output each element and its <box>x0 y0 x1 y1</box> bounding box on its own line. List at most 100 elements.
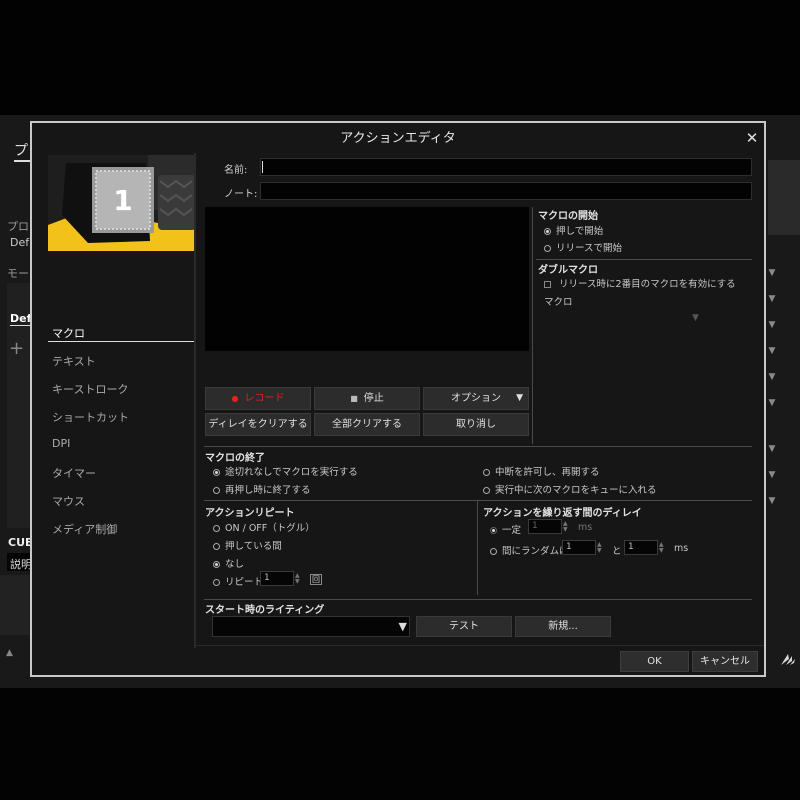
stop-label: 停止 <box>363 393 384 404</box>
background-chevron-icon[interactable]: ▼ <box>766 470 778 480</box>
radio-icon[interactable] <box>544 245 551 252</box>
sidebar-item-macro[interactable]: マクロ <box>52 325 85 341</box>
background-chevron-icon[interactable]: ▼ <box>766 294 778 304</box>
name-label: 名前: <box>224 165 248 176</box>
sidebar-item-keystroke[interactable]: キーストローク <box>52 381 128 397</box>
radio-icon[interactable] <box>213 543 220 550</box>
sidebar-item-mouse[interactable]: マウス <box>52 493 85 509</box>
stop-button[interactable]: ■ 停止 <box>314 387 420 410</box>
test-button[interactable]: テスト <box>416 616 512 637</box>
background-profile-value[interactable]: Def <box>10 236 29 249</box>
note-input[interactable] <box>260 182 752 200</box>
background-chevron-icon[interactable]: ▼ <box>766 496 778 506</box>
start-lighting-select[interactable]: ▼ <box>212 616 410 637</box>
action-repeat-option[interactable]: ON / OFF（トグル） <box>213 520 315 534</box>
action-repeat-option-label: ON / OFF（トグル） <box>225 523 315 534</box>
radio-icon[interactable] <box>213 487 220 494</box>
chevron-down-icon: ▼ <box>516 393 523 403</box>
spinner-arrows-icon[interactable]: ▲ ▼ <box>563 521 568 533</box>
options-label: オプション <box>451 393 501 404</box>
record-button[interactable]: ● レコード <box>205 387 311 410</box>
double-macro-dropdown-icon[interactable]: ▼ <box>692 313 699 323</box>
macro-start-option[interactable]: リリースで開始 <box>544 240 622 254</box>
repeat-count-input[interactable]: 1 <box>260 571 294 586</box>
sidebar-item-text[interactable]: テキスト <box>52 353 96 369</box>
divider <box>204 446 752 447</box>
background-top <box>0 0 800 115</box>
options-button[interactable]: オプション ▼ <box>423 387 529 410</box>
radio-icon[interactable] <box>544 228 551 235</box>
action-repeat-option-label: なし <box>225 559 245 570</box>
background-chevron-icon[interactable]: ▼ <box>766 398 778 408</box>
radio-icon[interactable] <box>213 525 220 532</box>
undo-button[interactable]: 取り消し <box>423 413 529 436</box>
macro-end-option[interactable]: 中断を許可し、再開する <box>483 464 600 478</box>
radio-icon[interactable] <box>483 487 490 494</box>
start-lighting-title: スタート時のライティング <box>205 605 325 616</box>
macro-end-option[interactable]: 再押し時に終了する <box>213 482 311 496</box>
clear-all-button[interactable]: 全部クリアする <box>314 413 420 436</box>
background-list-item[interactable]: Def <box>10 312 32 326</box>
double-macro-macro-label: マクロ <box>544 297 573 308</box>
sidebar-item-media[interactable]: メディア制御 <box>52 521 117 537</box>
stop-icon: ■ <box>350 394 358 403</box>
background-chevron-icon[interactable]: ▼ <box>766 346 778 356</box>
macro-start-option-label: 押しで開始 <box>556 226 604 237</box>
spinner-arrows-icon[interactable]: ▲ ▼ <box>597 542 602 554</box>
name-input[interactable] <box>260 158 752 176</box>
macro-end-option[interactable]: 実行中に次のマクロをキューに入れる <box>483 482 657 496</box>
background-chevron-icon[interactable]: ▼ <box>766 444 778 454</box>
macro-end-option[interactable]: 途切れなしでマクロを実行する <box>213 464 358 478</box>
action-editor-dialog: アクションエディタ ✕ 1 マクロ テキスト キーストローク ショートカット D… <box>30 121 766 677</box>
spinner-arrows-icon[interactable]: ▲ ▼ <box>295 573 300 585</box>
background-chevron-icon[interactable]: ▼ <box>766 268 778 278</box>
macro-start-option-label: リリースで開始 <box>556 243 623 254</box>
random-delay-min-input[interactable]: 1 <box>562 540 596 555</box>
repeat-unit-label: 回 <box>310 574 322 585</box>
background-hex-panel-right <box>768 160 800 235</box>
macro-end-option-label: 再押し時に終了する <box>225 485 311 496</box>
macro-start-title: マクロの開始 <box>538 211 598 222</box>
ok-button[interactable]: OK <box>620 651 689 672</box>
repeat-delay-fixed-label: 一定 <box>502 525 522 536</box>
radio-icon[interactable] <box>483 469 490 476</box>
cancel-button[interactable]: キャンセル <box>692 651 758 672</box>
repeat-delay-title: アクションを繰り返す間のディレイ <box>483 508 642 519</box>
radio-icon[interactable] <box>490 548 497 555</box>
close-icon[interactable]: ✕ <box>744 130 760 146</box>
background-add-icon[interactable]: + <box>9 338 24 359</box>
repeat-delay-fixed-option[interactable]: 一定 <box>490 522 521 536</box>
repeat-delay-random-option[interactable]: 間にランダムに <box>490 543 569 557</box>
note-label: ノート: <box>224 189 258 200</box>
spinner-arrows-icon[interactable]: ▲ ▼ <box>659 542 664 554</box>
checkbox-icon[interactable] <box>544 281 551 288</box>
radio-icon[interactable] <box>213 469 220 476</box>
fixed-delay-input[interactable]: 1 <box>528 519 562 534</box>
background-scroll-up-icon[interactable]: ▲ <box>6 648 13 658</box>
sidebar-item-timer[interactable]: タイマー <box>52 465 96 481</box>
divider <box>204 599 752 600</box>
footer-divider <box>194 645 764 646</box>
background-hex-strip <box>0 575 30 635</box>
action-repeat-option[interactable]: なし <box>213 556 244 570</box>
background-chevron-icon[interactable]: ▼ <box>766 320 778 330</box>
sidebar-item-shortcut[interactable]: ショートカット <box>52 409 129 425</box>
macro-recording-area[interactable] <box>205 207 529 351</box>
macro-start-option[interactable]: 押しで開始 <box>544 223 603 237</box>
random-delay-max-input[interactable]: 1 <box>624 540 658 555</box>
radio-icon[interactable] <box>213 579 220 586</box>
fixed-delay-unit: ms <box>578 522 593 533</box>
new-button[interactable]: 新規... <box>515 616 611 637</box>
radio-icon[interactable] <box>490 527 497 534</box>
macro-end-option-label: 中断を許可し、再開する <box>495 467 600 478</box>
background-desc-label: 説明 <box>10 558 32 571</box>
background-bottom <box>0 688 800 800</box>
radio-icon[interactable] <box>213 561 220 568</box>
action-repeat-option[interactable]: 押している間 <box>213 538 282 552</box>
double-macro-checkbox[interactable]: リリース時に2番目のマクロを有効にする <box>544 276 736 290</box>
clear-delay-button[interactable]: ディレイをクリアする <box>205 413 311 436</box>
dialog-title: アクションエディタ <box>340 131 456 146</box>
background-chevron-icon[interactable]: ▼ <box>766 372 778 382</box>
sidebar-item-dpi[interactable]: DPI <box>52 437 70 450</box>
action-repeat-option[interactable]: リピート <box>213 574 263 588</box>
